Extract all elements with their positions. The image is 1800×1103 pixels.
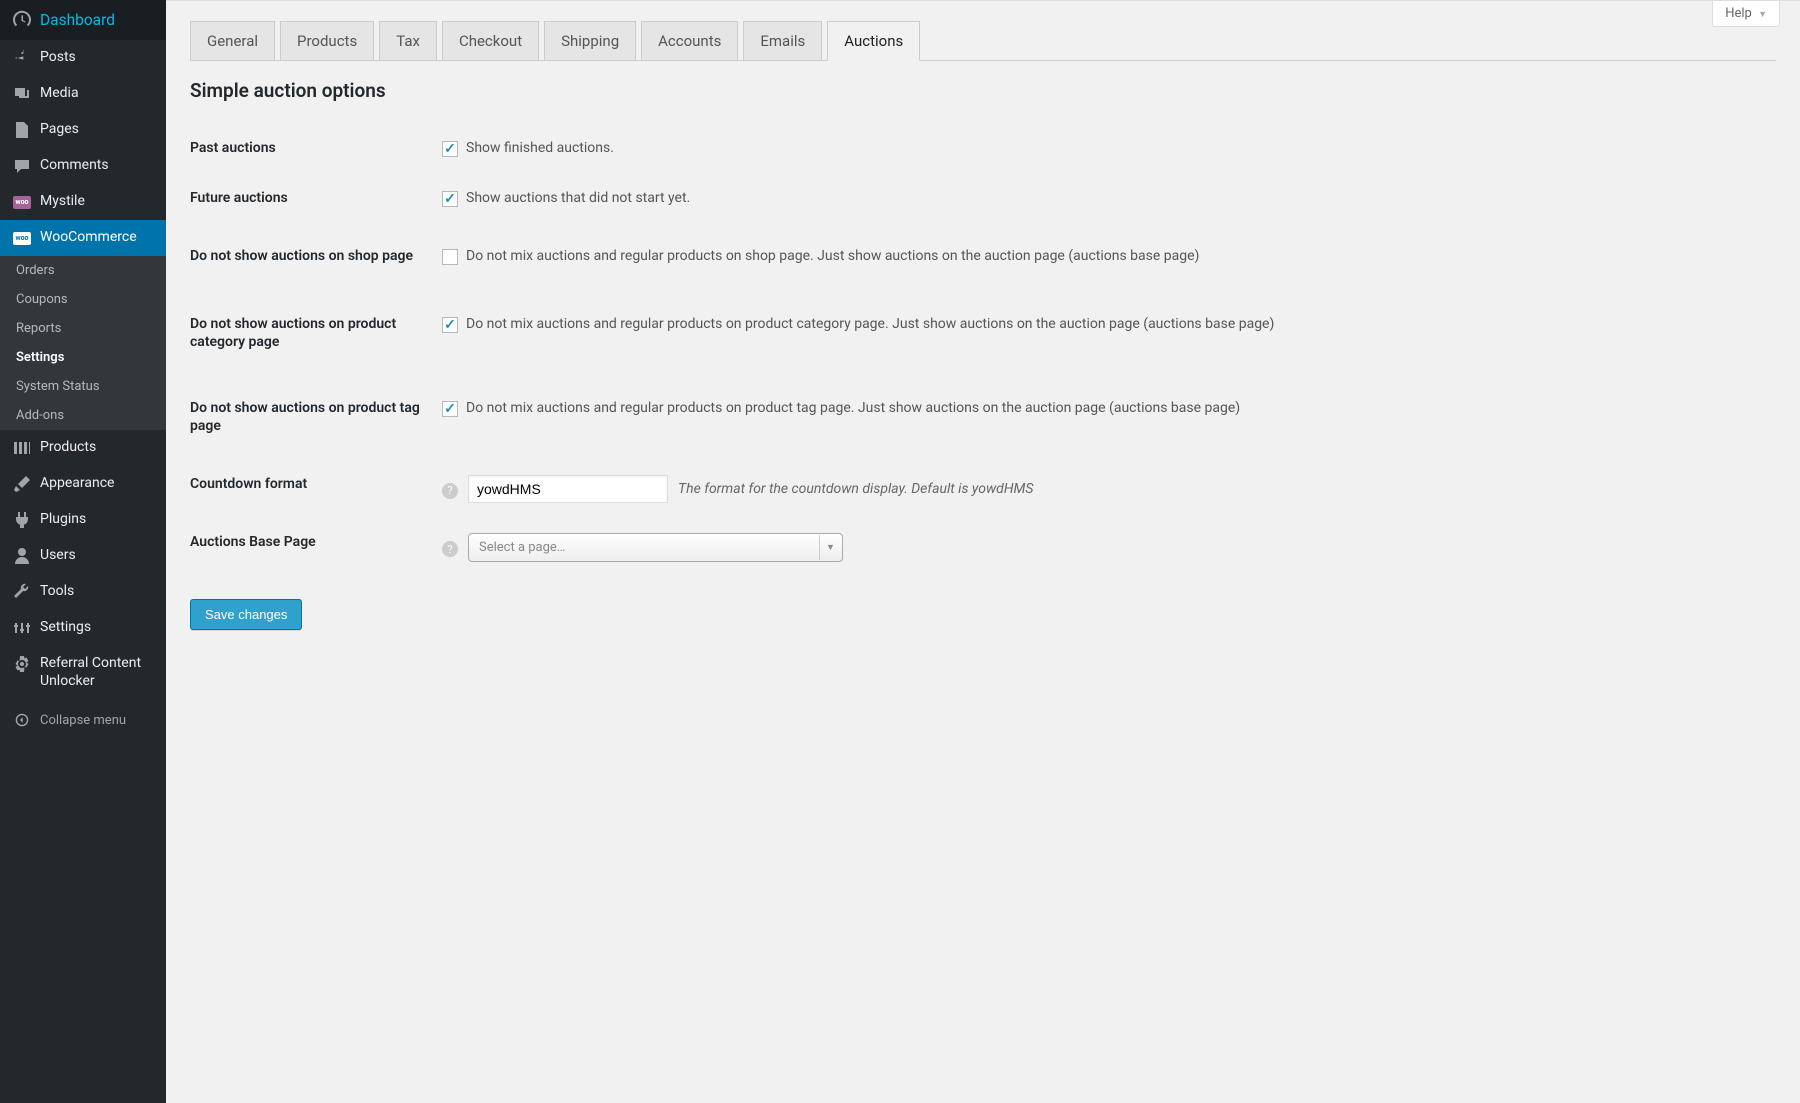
checkbox-past-auctions[interactable] — [442, 141, 458, 157]
tab-auctions[interactable]: Auctions — [827, 21, 920, 61]
tab-emails[interactable]: Emails — [743, 21, 822, 61]
setting-label: Past auctions — [190, 139, 442, 157]
save-button[interactable]: Save changes — [190, 599, 302, 630]
tab-products[interactable]: Products — [280, 21, 374, 61]
field-description: The format for the countdown display. De… — [678, 481, 1033, 497]
tab-shipping[interactable]: Shipping — [544, 21, 636, 61]
select-display: Select a page… — [468, 533, 843, 562]
sidebar-item-label: Products — [40, 438, 96, 456]
help-label: Help — [1725, 6, 1752, 21]
sidebar-item-media[interactable]: Media — [0, 76, 166, 112]
comment-icon — [12, 156, 32, 176]
woo-icon: woo — [12, 192, 32, 212]
caret-down-icon: ▼ — [1758, 10, 1767, 20]
sidebar-item-label: Plugins — [40, 510, 86, 528]
setting-label: Do not show auctions on product tag page — [190, 399, 442, 435]
setting-past-auctions: Past auctions Show finished auctions. — [190, 124, 1776, 174]
sidebar-item-tools[interactable]: Tools — [0, 574, 166, 610]
brush-icon — [12, 474, 32, 494]
sidebar-item-plugins[interactable]: Plugins — [0, 502, 166, 538]
setting-tag-page: Do not show auctions on product tag page… — [190, 375, 1776, 459]
woo-icon: woo — [12, 228, 32, 248]
sidebar-item-label: Users — [40, 546, 76, 564]
page-icon — [12, 120, 32, 140]
checkbox-label: Do not mix auctions and regular products… — [466, 247, 1199, 267]
submenu-item-addons[interactable]: Add-ons — [0, 401, 166, 430]
submenu-item-settings[interactable]: Settings — [0, 343, 166, 372]
sliders-icon — [12, 618, 32, 638]
sidebar-item-comments[interactable]: Comments — [0, 148, 166, 184]
help-tip-icon[interactable]: ? — [442, 483, 458, 499]
sidebar-item-products[interactable]: Products — [0, 430, 166, 466]
submenu-item-coupons[interactable]: Coupons — [0, 285, 166, 314]
checkbox-shop-page[interactable] — [442, 249, 458, 265]
sidebar-item-label: Appearance — [40, 474, 114, 492]
sidebar-item-label: Posts — [40, 48, 76, 66]
checkbox-label: Show auctions that did not start yet. — [466, 189, 690, 209]
collapse-icon — [12, 713, 32, 727]
setting-label: Auctions Base Page — [190, 533, 442, 551]
sidebar-item-label: Comments — [40, 156, 109, 174]
setting-label: Do not show auctions on shop page — [190, 247, 442, 265]
collapse-menu[interactable]: Collapse menu — [0, 703, 166, 738]
chevron-down-icon: ▼ — [819, 535, 841, 560]
checkbox-tag-page[interactable] — [442, 401, 458, 417]
sidebar-item-label: WooCommerce — [40, 228, 137, 246]
sidebar-item-users[interactable]: Users — [0, 538, 166, 574]
sidebar-item-label: Mystile — [40, 192, 85, 210]
setting-base-page: Auctions Base Page ? Select a page… ▼ — [190, 518, 1776, 577]
setting-label: Countdown format — [190, 475, 442, 493]
setting-countdown-format: Countdown format ? The format for the co… — [190, 460, 1776, 518]
gear-icon — [12, 654, 32, 674]
checkbox-future-auctions[interactable] — [442, 191, 458, 207]
sidebar-submenu: Orders Coupons Reports Settings System S… — [0, 256, 166, 430]
help-tip-icon[interactable]: ? — [442, 541, 458, 557]
submenu-item-system-status[interactable]: System Status — [0, 372, 166, 401]
dashboard-icon — [12, 10, 32, 30]
checkbox-label: Do not mix auctions and regular products… — [466, 399, 1240, 419]
tab-accounts[interactable]: Accounts — [641, 21, 738, 61]
sidebar-item-label: Tools — [40, 582, 74, 600]
tab-general[interactable]: General — [190, 21, 275, 61]
sidebar-item-label: Referral Content Unlocker — [40, 654, 154, 690]
plug-icon — [12, 510, 32, 530]
submenu-item-orders[interactable]: Orders — [0, 256, 166, 285]
sidebar-item-label: Media — [40, 84, 79, 102]
setting-label: Future auctions — [190, 189, 442, 207]
checkbox-label: Show finished auctions. — [466, 139, 614, 159]
select-base-page[interactable]: Select a page… ▼ — [468, 533, 843, 562]
sidebar-item-label: Dashboard — [40, 10, 115, 30]
user-icon — [12, 546, 32, 566]
checkbox-category-page[interactable] — [442, 317, 458, 333]
media-icon — [12, 84, 32, 104]
sidebar-item-label: Settings — [40, 618, 91, 636]
admin-sidebar: Dashboard Posts Media Pages Comments woo… — [0, 0, 166, 1103]
submenu-item-reports[interactable]: Reports — [0, 314, 166, 343]
sidebar-item-woocommerce[interactable]: woo WooCommerce — [0, 220, 166, 256]
setting-shop-page: Do not show auctions on shop page Do not… — [190, 223, 1776, 291]
products-icon — [12, 438, 32, 458]
tab-tax[interactable]: Tax — [379, 21, 437, 61]
setting-label: Do not show auctions on product category… — [190, 315, 442, 351]
tab-checkout[interactable]: Checkout — [442, 21, 539, 61]
section-title: Simple auction options — [190, 79, 1776, 102]
help-toggle[interactable]: Help ▼ — [1712, 1, 1780, 27]
setting-future-auctions: Future auctions Show auctions that did n… — [190, 174, 1776, 224]
checkbox-label: Do not mix auctions and regular products… — [466, 315, 1274, 335]
sidebar-item-pages[interactable]: Pages — [0, 112, 166, 148]
wrench-icon — [12, 582, 32, 602]
sidebar-item-label: Pages — [40, 120, 79, 138]
pin-icon — [12, 48, 32, 68]
collapse-label: Collapse menu — [40, 713, 126, 728]
main-content: Help ▼ General Products Tax Checkout Shi… — [166, 0, 1800, 1103]
sidebar-item-dashboard[interactable]: Dashboard — [0, 0, 166, 40]
sidebar-item-appearance[interactable]: Appearance — [0, 466, 166, 502]
settings-tabs: General Products Tax Checkout Shipping A… — [190, 21, 1776, 61]
sidebar-item-posts[interactable]: Posts — [0, 40, 166, 76]
input-countdown-format[interactable] — [468, 475, 668, 503]
setting-category-page: Do not show auctions on product category… — [190, 291, 1776, 375]
sidebar-item-referral[interactable]: Referral Content Unlocker — [0, 646, 166, 698]
sidebar-item-mystile[interactable]: woo Mystile — [0, 184, 166, 220]
sidebar-item-settings[interactable]: Settings — [0, 610, 166, 646]
